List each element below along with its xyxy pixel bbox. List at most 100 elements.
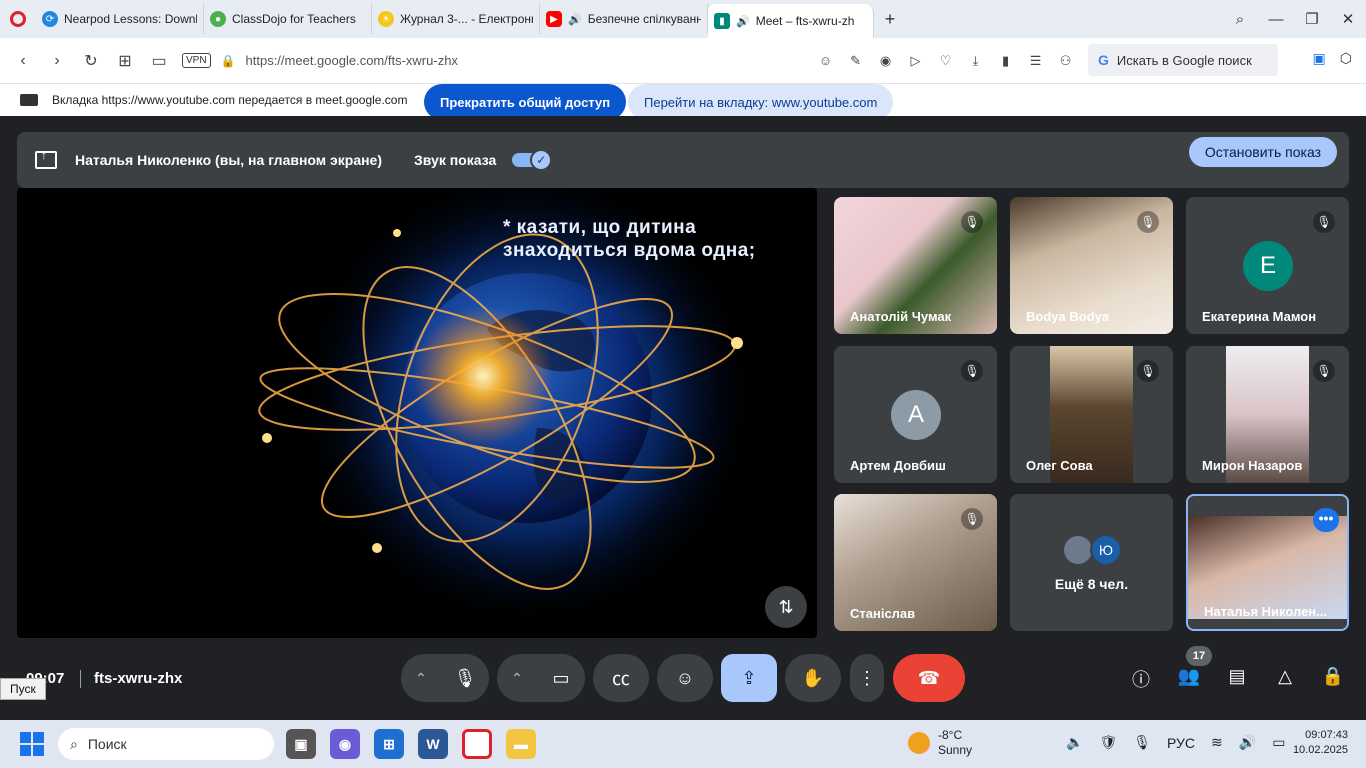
avatar: А <box>891 390 941 440</box>
emoji-reaction-button[interactable]: ☺ <box>657 654 713 702</box>
participant-tile[interactable]: 🎙 Станіслав <box>834 494 997 631</box>
speed-dial-icon[interactable]: ⊞ <box>108 51 142 71</box>
camera-button[interactable]: ▭ <box>537 654 585 702</box>
download-icon[interactable]: ⤓ <box>964 53 988 69</box>
participant-tile[interactable]: 🎙 А Артем Довбиш <box>834 346 997 483</box>
camera-icon[interactable]: ▭ <box>142 51 176 71</box>
snapshot-icon[interactable]: ◉ <box>874 53 898 69</box>
info-icon[interactable]: ⓘ <box>1126 666 1156 692</box>
security-icon[interactable]: 🛡 <box>1099 734 1117 751</box>
window-controls: ⌕ — ❐ ✕ <box>1222 0 1366 38</box>
profile-icon[interactable]: ⚇ <box>1054 53 1078 69</box>
volume-icon[interactable]: 🔊 <box>1239 734 1256 751</box>
url-field[interactable]: https://meet.google.com/fts-xwru-zhx <box>246 53 806 68</box>
raise-hand-button[interactable]: ✋ <box>785 654 841 702</box>
forward-button[interactable]: › <box>40 52 74 70</box>
mic-off-icon: 🎙 <box>1137 360 1159 382</box>
pinned-apps: ▣ ◉ ⊞ W ▬ <box>286 729 536 759</box>
participant-tile[interactable]: 🎙 Мирон Назаров <box>1186 346 1349 483</box>
slide-text: * казати, що дитина знаходиться вдома од… <box>503 217 756 261</box>
back-button[interactable]: ‹ <box>6 52 40 70</box>
participant-tile[interactable]: 🎙 Bodya Bodya <box>1010 197 1173 334</box>
participant-tile[interactable]: 🎙 Анатолій Чумак <box>834 197 997 334</box>
tab-meet[interactable]: ▮ 🔊 Meet – fts-xwru-zh <box>708 4 874 38</box>
more-options-icon[interactable]: ⋮ <box>850 654 884 702</box>
host-controls-icon[interactable]: 🔒 <box>1318 666 1348 692</box>
reload-button[interactable]: ↻ <box>74 51 108 71</box>
word-icon[interactable]: W <box>418 729 448 759</box>
opera-menu-icon[interactable] <box>0 0 36 38</box>
presenter-name: Наталья Николенко (вы, на главном экране… <box>75 152 383 168</box>
clock[interactable]: 09:07:43 10.02.2025 <box>1293 728 1348 758</box>
heart-icon[interactable]: ♡ <box>934 53 958 69</box>
people-icon[interactable]: 👥 <box>1174 666 1204 692</box>
extensions-icon[interactable]: ⬡ <box>1340 50 1352 67</box>
goto-tab-button[interactable]: Перейти на вкладку: www.youtube.com <box>628 84 894 120</box>
tab-youtube[interactable]: ▶ 🔊 Безпечне спілкуванн <box>540 4 708 34</box>
participant-name: Станіслав <box>850 606 916 621</box>
send-icon[interactable]: ▷ <box>904 53 928 69</box>
stop-presenting-button[interactable]: Остановить показ <box>1188 137 1337 167</box>
task-view-icon[interactable]: ▣ <box>286 729 316 759</box>
tab-nearpod[interactable]: ⟳ Nearpod Lessons: Downlo <box>36 4 204 34</box>
wifi-icon[interactable]: ≋ <box>1211 734 1223 751</box>
presenting-bar: Наталья Николенко (вы, на главном экране… <box>17 132 1349 188</box>
easy-setup-icon[interactable]: ☰ <box>1024 53 1048 69</box>
language-indicator[interactable]: РУС <box>1167 735 1195 751</box>
participant-tile[interactable]: 🎙 Е Екатерина Мамон <box>1186 197 1349 334</box>
video-options-chevron[interactable]: ⌃ <box>497 670 537 687</box>
more-options-button[interactable]: ••• <box>1313 508 1339 532</box>
vpn-badge[interactable]: VPN <box>182 53 211 68</box>
camera-control: ⌃ ▭ <box>497 654 585 702</box>
self-tile[interactable]: ••• Наталья Николен... <box>1186 494 1349 631</box>
file-explorer-icon[interactable]: ▬ <box>506 729 536 759</box>
stop-sharing-button[interactable]: Прекратить общий доступ <box>424 84 627 120</box>
tab-classdojo[interactable]: ● ClassDojo for Teachers <box>204 4 372 34</box>
sun-icon <box>908 732 930 754</box>
present-screen-button[interactable]: ⇪ <box>721 654 777 702</box>
weather-desc: Sunny <box>938 743 973 757</box>
more-participants-tile[interactable]: Ю Ещё 8 чел. <box>1010 494 1173 631</box>
mic-off-icon: 🎙 <box>1313 211 1335 233</box>
new-tab-button[interactable]: + <box>874 9 906 30</box>
teams-icon[interactable]: ◉ <box>330 729 360 759</box>
participant-name: Анатолій Чумак <box>850 309 952 324</box>
weather-widget[interactable]: -8°C Sunny <box>908 728 972 758</box>
microphone-icon[interactable]: 🎙 <box>1133 734 1151 751</box>
leave-call-button[interactable]: ☎ <box>893 654 965 702</box>
sound-toggle[interactable]: ✓ <box>512 149 553 171</box>
taskbar-search[interactable]: ⌕ Поиск <box>58 728 274 760</box>
maximize-button[interactable]: ❐ <box>1294 10 1330 28</box>
swap-layout-button[interactable]: ⇅ <box>765 586 807 628</box>
google-icon: G <box>1098 52 1109 68</box>
lock-icon[interactable]: 🔒 <box>221 54 236 68</box>
shared-screen: * казати, що дитина знаходиться вдома од… <box>17 188 817 638</box>
minimize-button[interactable]: — <box>1258 11 1294 28</box>
mic-off-icon: 🎙 <box>1313 360 1335 382</box>
participant-tile[interactable]: 🎙 Олег Сова <box>1010 346 1173 483</box>
participant-name: Мирон Назаров <box>1202 458 1303 473</box>
chat-icon[interactable]: ▤ <box>1222 666 1252 692</box>
tab-journal[interactable]: ☀ Журнал 3-... - Електронні <box>372 4 540 34</box>
divider <box>80 670 81 688</box>
captions-button[interactable]: ㏄ <box>593 654 649 702</box>
speaker-muted-icon[interactable]: 🔈 <box>1066 734 1083 751</box>
search-tabs-icon[interactable]: ⌕ <box>1222 11 1258 28</box>
audio-options-chevron[interactable]: ⌃ <box>401 670 441 687</box>
opera-icon[interactable] <box>462 729 492 759</box>
battery-icon[interactable]: ▮ <box>994 53 1018 69</box>
taskbar: ⌕ Поиск ▣ ◉ ⊞ W ▬ -8°C Sunny 🔈 🛡 🎙 РУС ≋… <box>0 720 1366 768</box>
edit-icon[interactable]: ✎ <box>844 53 868 69</box>
emoji-icon[interactable]: ☺ <box>814 53 838 69</box>
workspaces-icon[interactable]: ▣ <box>1313 50 1326 67</box>
battery-icon[interactable]: ▭ <box>1272 734 1285 751</box>
close-button[interactable]: ✕ <box>1330 10 1366 28</box>
microphone-button[interactable]: 🎙 <box>441 654 489 702</box>
mic-off-icon: 🎙 <box>961 360 983 382</box>
store-icon[interactable]: ⊞ <box>374 729 404 759</box>
more-participants-label: Ещё 8 чел. <box>1054 576 1129 592</box>
google-search-box[interactable]: G Искать в Google поиск <box>1088 44 1278 76</box>
share-message: Вкладка https://www.youtube.com передает… <box>52 93 408 107</box>
activities-icon[interactable]: △ <box>1270 666 1300 692</box>
windows-start-icon[interactable] <box>20 732 44 756</box>
